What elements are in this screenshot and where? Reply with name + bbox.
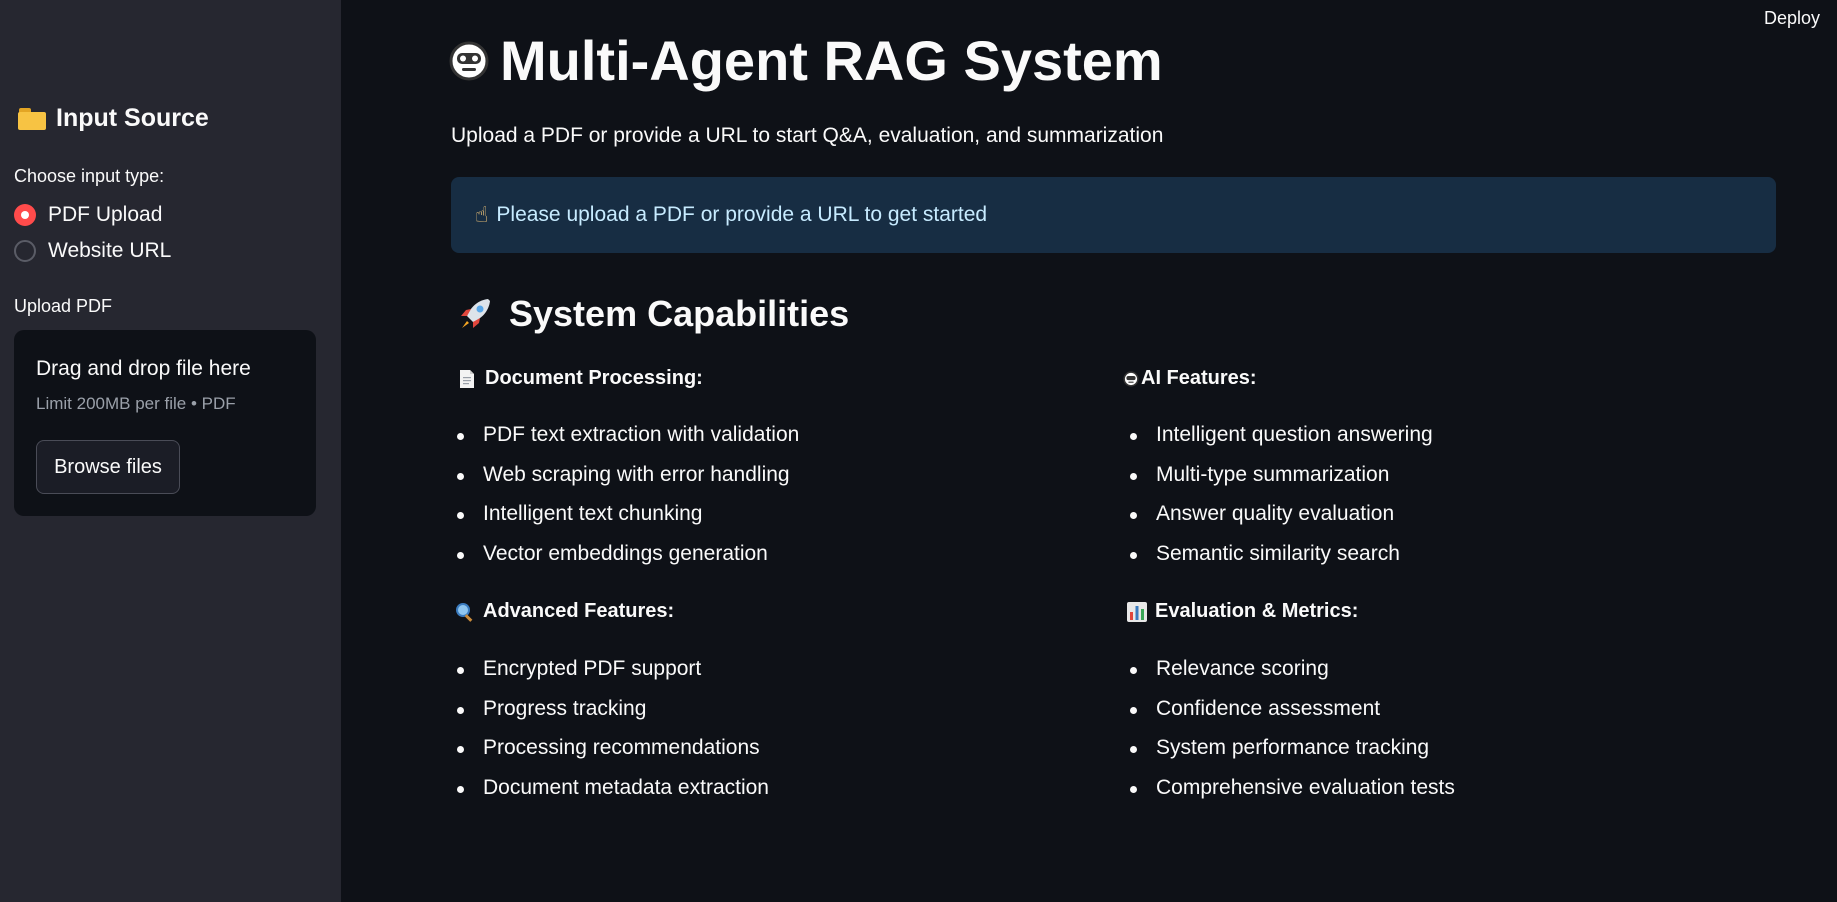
- section-heading-text: Evaluation & Metrics:: [1155, 600, 1359, 622]
- list-item: Semantic similarity search: [1126, 539, 1433, 579]
- robot-icon: [1123, 370, 1139, 387]
- evaluation-metrics-list: Relevance scoring Confidence assessment …: [1126, 654, 1455, 813]
- list-item: Confidence assessment: [1126, 694, 1455, 734]
- folder-icon: [18, 107, 46, 130]
- list-item: Progress tracking: [453, 694, 769, 734]
- radio-option-label: PDF Upload: [48, 203, 163, 226]
- section-heading-advanced-features: Advanced Features:: [455, 600, 674, 623]
- sidebar-header: Input Source: [18, 104, 209, 133]
- dropzone-title: Drag and drop file here: [36, 357, 251, 380]
- radio-website-url[interactable]: Website URL: [14, 239, 171, 263]
- input-type-label: Choose input type:: [14, 166, 165, 186]
- app-root: Input Source Choose input type: PDF Uplo…: [0, 0, 1837, 902]
- magnifier-icon: [456, 602, 473, 622]
- list-item: Multi-type summarization: [1126, 460, 1433, 500]
- ai-features-list: Intelligent question answering Multi-typ…: [1126, 420, 1433, 579]
- list-item: Encrypted PDF support: [453, 654, 769, 694]
- browse-files-button[interactable]: Browse files: [36, 440, 180, 494]
- radio-checked-icon[interactable]: [14, 204, 36, 226]
- info-message: Please upload a PDF or provide a URL to …: [496, 203, 988, 226]
- section-heading-document-processing: Document Processing:: [457, 367, 703, 390]
- section-heading-evaluation-metrics: Evaluation & Metrics:: [1127, 600, 1358, 623]
- section-heading-ai-features: AI Features:: [1123, 367, 1257, 390]
- file-dropzone[interactable]: Drag and drop file here Limit 200MB per …: [14, 330, 316, 516]
- section-heading-text: AI Features:: [1141, 367, 1257, 389]
- list-item: Vector embeddings generation: [453, 539, 799, 579]
- page-title-text: Multi-Agent RAG System: [500, 29, 1163, 92]
- document-icon: [460, 369, 474, 388]
- capabilities-title: System Capabilities: [455, 293, 849, 335]
- robot-icon: [449, 41, 489, 80]
- list-item: Answer quality evaluation: [1126, 499, 1433, 539]
- page-subtitle: Upload a PDF or provide a URL to start Q…: [451, 124, 1164, 147]
- upload-pdf-label: Upload PDF: [14, 296, 113, 316]
- list-item: Web scraping with error handling: [453, 460, 799, 500]
- radio-option-label: Website URL: [48, 239, 172, 262]
- sidebar-title: Input Source: [56, 104, 209, 132]
- section-heading-text: Advanced Features:: [483, 600, 675, 622]
- list-item: Relevance scoring: [1126, 654, 1455, 694]
- bar-chart-icon: [1127, 601, 1147, 622]
- list-item: Intelligent text chunking: [453, 499, 799, 539]
- radio-pdf-upload[interactable]: PDF Upload: [14, 203, 162, 227]
- document-processing-list: PDF text extraction with validation Web …: [453, 420, 799, 579]
- pointing-hand-icon: ☝: [475, 202, 489, 227]
- deploy-button[interactable]: Deploy: [1764, 8, 1820, 29]
- radio-unchecked-icon[interactable]: [14, 240, 36, 262]
- advanced-features-list: Encrypted PDF support Progress tracking …: [453, 654, 769, 813]
- list-item: Processing recommendations: [453, 733, 769, 773]
- page-title: Multi-Agent RAG System: [448, 28, 1163, 93]
- info-alert: ☝ Please upload a PDF or provide a URL t…: [451, 177, 1776, 253]
- section-heading-text: Document Processing:: [485, 367, 703, 389]
- list-item: Document metadata extraction: [453, 773, 769, 813]
- capabilities-title-text: System Capabilities: [509, 293, 850, 334]
- rocket-icon: [461, 299, 490, 328]
- list-item: System performance tracking: [1126, 733, 1455, 773]
- dropzone-limit: Limit 200MB per file • PDF: [36, 394, 236, 413]
- list-item: PDF text extraction with validation: [453, 420, 799, 460]
- list-item: Comprehensive evaluation tests: [1126, 773, 1455, 813]
- sidebar: Input Source Choose input type: PDF Uplo…: [0, 0, 341, 902]
- list-item: Intelligent question answering: [1126, 420, 1433, 460]
